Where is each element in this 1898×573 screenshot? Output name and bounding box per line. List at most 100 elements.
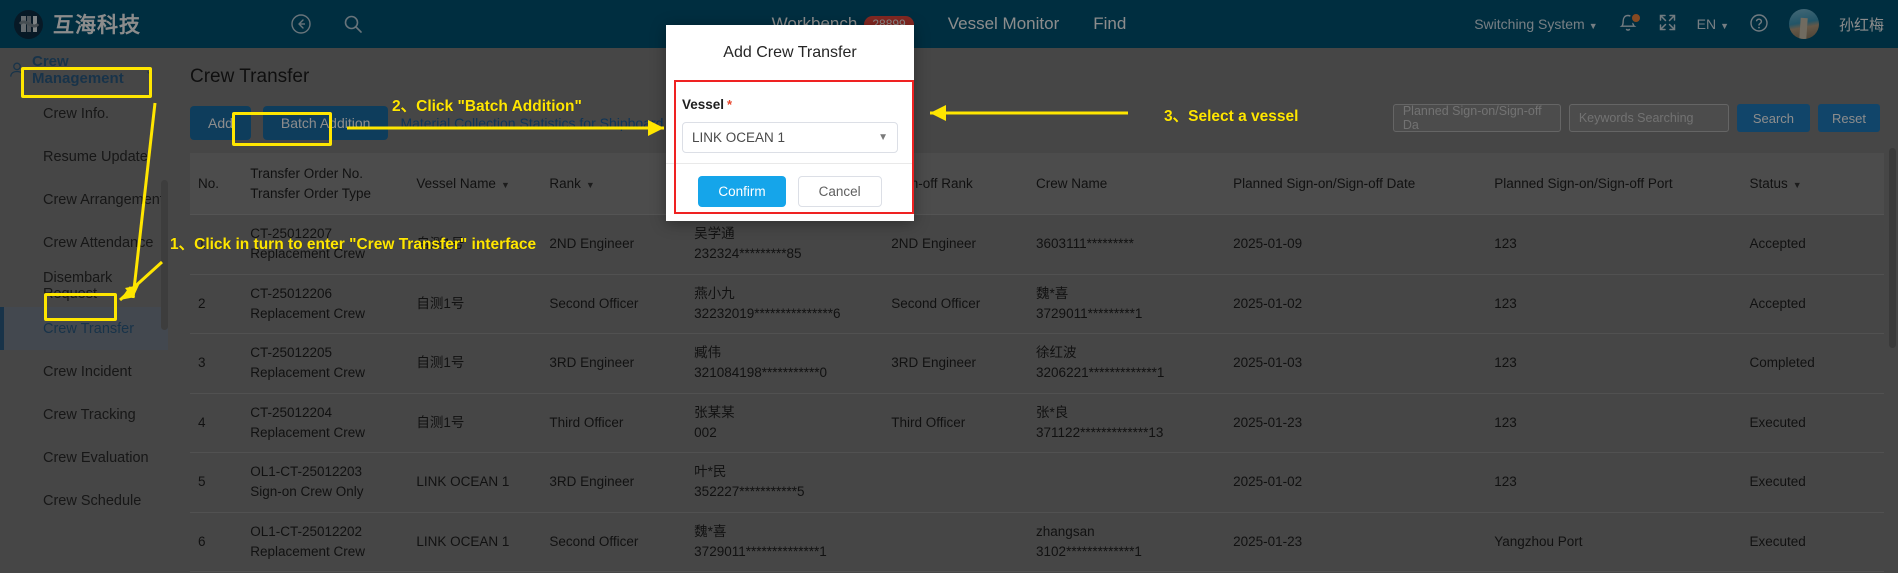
keywords-search-input[interactable]: Keywords Searching — [1568, 104, 1729, 132]
switching-system-button[interactable]: Switching System ▼ — [1474, 16, 1597, 32]
vessel-select-value: LINK OCEAN 1 — [692, 130, 786, 145]
cell-planned-port: 123 — [1486, 452, 1742, 513]
batch-addition-button[interactable]: Batch Addition — [262, 106, 389, 140]
help-circle-icon[interactable] — [1749, 13, 1769, 36]
notification-bell-icon[interactable] — [1618, 12, 1642, 35]
sidebar-item-crew-incident[interactable]: Crew Incident — [0, 350, 168, 393]
sidebar-item-crew-tracking[interactable]: Crew Tracking — [0, 393, 168, 436]
column-header-no: No. — [190, 153, 243, 216]
nav-item-find[interactable]: Find — [1093, 14, 1126, 34]
cell-crew-name: 3603111********* — [1028, 214, 1226, 275]
chevron-down-icon: ⌄ — [144, 64, 154, 77]
back-arrow-icon[interactable] — [288, 11, 314, 37]
column-header-planned-date: Planned Sign-on/Sign-off Date — [1225, 153, 1487, 216]
nav-item-vessel-monitor[interactable]: Vessel Monitor — [948, 14, 1060, 34]
cell-planned-date: 2025-01-03 — [1225, 333, 1487, 394]
cell-crew-name: 魏*喜 3729011*********1 — [1028, 274, 1226, 335]
sidebar-item-crew-transfer[interactable]: Crew Transfer — [0, 307, 168, 350]
cell-transfer-order: OL1-CT-25012202 Replacement Crew — [242, 512, 409, 573]
table-row[interactable]: 3 CT-25012205 Replacement Crew 自测1号 3RD … — [190, 333, 1884, 394]
dialog-footer: Confirm Cancel — [666, 163, 914, 221]
cell-planned-date: 2025-01-23 — [1225, 512, 1487, 573]
sidebar-scrollbar-thumb[interactable] — [161, 180, 168, 330]
sidebar-item-crew-evaluation[interactable]: Crew Evaluation — [0, 436, 168, 479]
cell-vessel-name: 自测1号 — [408, 333, 542, 394]
cell-crew-name: zhangsan 3102*************1 — [1028, 512, 1226, 573]
cell-planned-port: 123 — [1486, 214, 1742, 275]
cell-rank: 2ND Engineer — [541, 214, 687, 275]
sidebar-item-crew-schedule[interactable]: Crew Schedule — [0, 479, 168, 522]
confirm-button[interactable]: Confirm — [698, 176, 786, 207]
table-row[interactable]: 5 OL1-CT-25012203 Sign-on Crew Only LINK… — [190, 452, 1884, 513]
nav-item-vessel-monitor-label: Vessel Monitor — [947, 14, 1060, 33]
cell-planned-port: Yangzhou Port — [1486, 512, 1742, 573]
cancel-button[interactable]: Cancel — [797, 176, 882, 207]
switching-system-label: Switching System — [1474, 16, 1585, 32]
cell-planned-date: 2025-01-02 — [1225, 274, 1487, 335]
reset-button[interactable]: Reset — [1818, 104, 1880, 132]
material-collection-link[interactable]: Material Collection Statistics for Shipb… — [400, 115, 708, 131]
cell-rank: Second Officer — [541, 274, 687, 335]
cell-status: Accepted — [1741, 274, 1884, 335]
cell-planned-date: 2025-01-09 — [1225, 214, 1487, 275]
cell-transfer-order: CT-25012205 Replacement Crew — [242, 333, 409, 394]
fullscreen-icon[interactable] — [1658, 13, 1677, 35]
language-selector[interactable]: EN ▼ — [1697, 16, 1729, 32]
column-header-rank[interactable]: Rank ▼ — [541, 153, 687, 216]
vessel-select[interactable]: LINK OCEAN 1 ▼ — [682, 122, 898, 153]
sort-caret-icon: ▼ — [1792, 180, 1802, 191]
sidebar-item-label: Crew Evaluation — [43, 449, 149, 466]
cell-no: 5 — [190, 452, 243, 513]
cell-sign-on: 魏*喜 3729011**************1 — [686, 512, 884, 573]
add-crew-transfer-dialog: Add Crew Transfer Vessel * LINK OCEAN 1 ▼… — [666, 25, 914, 221]
page-title: Crew Transfer — [190, 66, 310, 87]
sidebar-group-crew-management[interactable]: Crew Management ⌄ — [0, 48, 168, 92]
cell-rank: Second Officer — [541, 512, 687, 573]
sidebar-item-disembark-request[interactable]: Disembark Request — [0, 264, 168, 307]
sidebar-item-label: Crew Attendance — [43, 234, 154, 251]
cell-status: Executed — [1741, 512, 1884, 573]
column-header-status[interactable]: Status ▼ — [1741, 153, 1884, 216]
column-header-vessel-name[interactable]: Vessel Name ▼ — [408, 153, 542, 216]
avatar[interactable] — [1788, 9, 1819, 39]
table-body: 1 CT-25012207 Replacement Crew 自测1号 2ND … — [190, 214, 1884, 573]
cell-status: Completed — [1741, 333, 1884, 394]
notification-dot — [1629, 12, 1642, 24]
cell-no: 2 — [190, 274, 243, 335]
cell-no: 1 — [190, 214, 243, 275]
sidebar-item-label: Crew Incident — [43, 363, 132, 380]
sidebar-item-crew-attendance[interactable]: Crew Attendance — [0, 221, 168, 264]
sidebar-item-crew-info[interactable]: Crew Info. — [0, 92, 168, 135]
dialog-body: Vessel * LINK OCEAN 1 ▼ — [666, 79, 914, 163]
search-icon[interactable] — [340, 11, 366, 37]
sidebar-item-crew-arrangement[interactable]: Crew Arrangement — [0, 178, 168, 221]
scrollbar-thumb[interactable] — [1889, 148, 1896, 348]
cell-planned-date: 2025-01-23 — [1225, 393, 1487, 454]
add-button[interactable]: Add — [190, 106, 251, 140]
table-row[interactable]: 2 CT-25012206 Replacement Crew 自测1号 Seco… — [190, 274, 1884, 335]
sidebar-item-resume-update[interactable]: Resume Update — [0, 135, 168, 178]
chevron-down-icon: ▼ — [878, 132, 888, 143]
vertical-scrollbar[interactable] — [1889, 148, 1896, 567]
cell-no: 6 — [190, 512, 243, 573]
table-row[interactable]: 1 CT-25012207 Replacement Crew 自测1号 2ND … — [190, 214, 1884, 275]
dialog-title: Add Crew Transfer — [723, 44, 857, 61]
cell-transfer-order: CT-25012207 Replacement Crew — [242, 214, 409, 275]
table-header: No. Transfer Order No. Transfer Order Ty… — [190, 153, 1884, 216]
cell-vessel-name: 自测1号 — [408, 393, 542, 454]
cell-planned-date: 2025-01-02 — [1225, 452, 1487, 513]
column-header-planned-port: Planned Sign-on/Sign-off Port — [1486, 153, 1742, 216]
required-asterisk: * — [727, 97, 733, 112]
app-header: 互海科技 Workbench 28899 Vessel Monitor Find… — [0, 0, 1898, 48]
planned-date-input[interactable]: Planned Sign-on/Sign-off Da — [1392, 104, 1561, 132]
brand-area[interactable]: 互海科技 — [0, 9, 290, 39]
language-label: EN — [1696, 16, 1717, 32]
search-button[interactable]: Search — [1736, 104, 1811, 132]
cell-sign-off-rank — [883, 452, 1029, 513]
cell-planned-port: 123 — [1486, 274, 1742, 335]
table-row[interactable]: 6 OL1-CT-25012202 Replacement Crew LINK … — [190, 512, 1884, 573]
crew-transfer-table-wrapper: No. Transfer Order No. Transfer Order Ty… — [190, 153, 1884, 573]
table-row[interactable]: 4 CT-25012204 Replacement Crew 自测1号 Thir… — [190, 393, 1884, 454]
cell-planned-port: 123 — [1486, 333, 1742, 394]
sidebar-item-label: Crew Tracking — [43, 406, 136, 423]
